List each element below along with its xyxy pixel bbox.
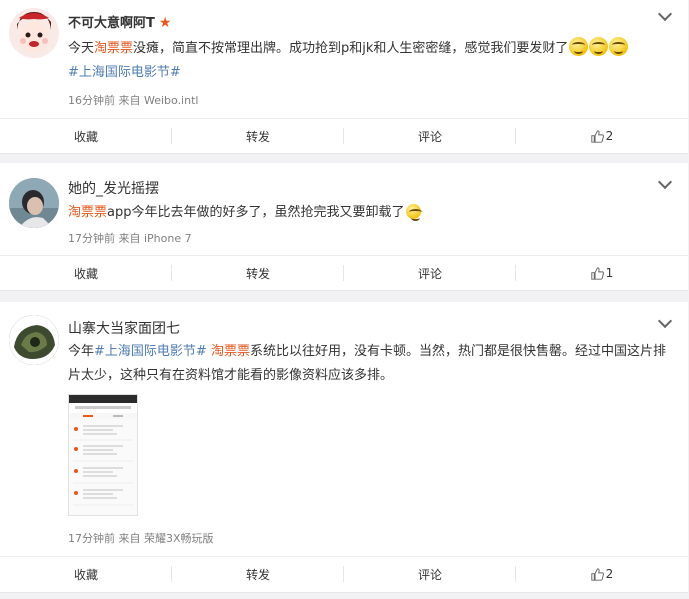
post-actions: 收藏 转发 评论 1 <box>0 255 688 290</box>
thumbs-up-icon <box>590 266 604 280</box>
chevron-down-icon[interactable] <box>657 313 673 329</box>
post-text: 淘票票app今年比去年做的好多了，虽然抢完我又要卸载了 <box>68 201 678 225</box>
grin-emoji-icon <box>609 37 629 56</box>
thumbs-up-icon <box>590 129 604 143</box>
post-meta: 16分钟前 来自 Weibo.intl <box>68 94 199 107</box>
post-meta: 17分钟前 来自 iPhone 7 <box>68 232 192 245</box>
thumbs-up-icon <box>590 567 604 581</box>
avatar-cartoon-girl[interactable] <box>9 8 59 58</box>
collect-button[interactable]: 收藏 <box>0 256 172 290</box>
grin-emoji-icon <box>589 37 609 56</box>
grin-emoji-icon <box>569 37 589 56</box>
avatar-photo[interactable] <box>9 178 59 228</box>
post-text: 今年#上海国际电影节# 淘票票系统比以往好用，没有卡顿。当然，热门都是很快售罄。… <box>68 344 666 383</box>
forward-button[interactable]: 转发 <box>172 557 344 591</box>
like-button[interactable]: 2 <box>516 119 688 153</box>
post-actions: 收藏 转发 评论 2 <box>0 118 688 153</box>
post-actions: 收藏 转发 评论 2 <box>0 556 688 591</box>
like-button[interactable]: 1 <box>516 256 688 290</box>
comment-button[interactable]: 评论 <box>344 557 516 591</box>
embarrassed-emoji-icon <box>405 204 422 221</box>
collect-button[interactable]: 收藏 <box>0 119 172 153</box>
mention-link[interactable]: 淘票票 <box>94 41 133 56</box>
weibo-post-2: 她的_发光摇摆 淘票票app今年比去年做的好多了，虽然抢完我又要卸载了 17分钟… <box>0 163 688 291</box>
weibo-post-3: 山寨大当家面团七 今年#上海国际电影节# 淘票票系统比以往好用，没有卡顿。当然，… <box>0 302 688 593</box>
post-text: 今天淘票票没瘫，简直不按常理出牌。成功抢到p和jk和人生密密缝，感觉我们要发财了… <box>68 37 678 85</box>
forward-button[interactable]: 转发 <box>172 119 344 153</box>
comment-button[interactable]: 评论 <box>344 256 516 290</box>
collect-button[interactable]: 收藏 <box>0 557 172 591</box>
like-count: 2 <box>605 129 614 143</box>
like-count: 1 <box>605 266 614 280</box>
chevron-down-icon[interactable] <box>657 6 673 22</box>
chevron-down-icon[interactable] <box>657 174 673 190</box>
hashtag-link[interactable]: #上海国际电影节# <box>68 65 181 80</box>
like-button[interactable]: 2 <box>516 557 688 591</box>
attached-screenshot-image[interactable] <box>68 394 138 516</box>
verified-star-icon: ★ <box>158 15 172 31</box>
like-count: 2 <box>605 567 614 581</box>
post-username[interactable]: 山寨大当家面团七 <box>68 318 180 338</box>
forward-button[interactable]: 转发 <box>172 256 344 290</box>
mention-link[interactable]: 淘票票 <box>68 205 107 220</box>
mention-link[interactable]: 淘票票 <box>211 344 250 359</box>
post-username[interactable]: 她的_发光摇摆 <box>68 178 159 198</box>
hashtag-link[interactable]: #上海国际电影节# <box>94 344 207 359</box>
post-meta: 17分钟前 来自 荣耀3X畅玩版 <box>68 532 214 545</box>
comment-button[interactable]: 评论 <box>344 119 516 153</box>
avatar-photo[interactable] <box>9 315 59 365</box>
post-username[interactable]: 不可大意啊阿T ★ <box>68 12 171 31</box>
weibo-post-1: 不可大意啊阿T ★ 今天淘票票没瘫，简直不按常理出牌。成功抢到p和jk和人生密密缝… <box>0 0 688 154</box>
